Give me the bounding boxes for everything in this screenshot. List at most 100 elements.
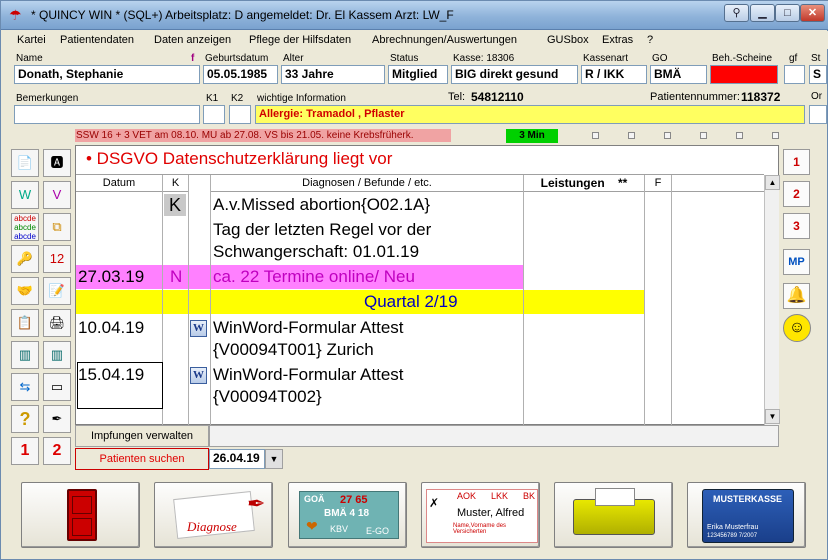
patienten-suchen-button[interactable]: Patienten suchen [75,448,209,470]
date-dropdown-icon[interactable]: ▼ [265,449,283,469]
menu-gusbox[interactable]: GUSbox [547,34,589,46]
search-date-field[interactable]: 26.04.19 [209,449,265,469]
arrows-icon[interactable]: ⇆ [11,373,39,401]
close-button[interactable]: ✕ [800,4,825,22]
timer-badge: 3 Min [506,129,558,143]
scroll-up-icon[interactable]: ▲ [765,175,780,190]
status-field[interactable]: Mitglied [388,65,448,84]
flag-checkbox[interactable] [592,132,599,139]
minimize-button[interactable]: ▁ [750,4,775,22]
column-diagnosen[interactable]: Diagnosen / Befunde / etc. [211,175,523,192]
word-icon[interactable]: W [190,367,207,384]
menu-pflege[interactable]: Pflege der Hilfsdaten [249,34,351,46]
kassenart-field[interactable]: R / IKK [581,65,647,84]
binders-2-icon[interactable]: ▥ [43,341,71,369]
abcde-icon[interactable]: abcde abcde abcde [11,213,39,241]
bemerkungen-field[interactable] [14,105,200,124]
column-empty [672,175,764,192]
impfungen-bar [209,425,779,447]
heart-icon: ❤ [306,518,318,534]
smiley-icon[interactable]: ☺ [783,314,811,342]
attest-entry-line1[interactable]: WinWord-Formular Attest [213,317,404,339]
beh-scheine-field[interactable] [710,65,778,84]
flag-checkbox[interactable] [700,132,707,139]
flag-checkbox[interactable] [664,132,671,139]
tab-1[interactable]: 1 [783,149,810,175]
patientennummer-value: 118372 [741,90,781,104]
box-icon[interactable]: ▭ [43,373,71,401]
menu-help[interactable]: ? [647,34,653,46]
column-k[interactable]: K [163,175,188,192]
w-pot-icon[interactable]: W [11,181,39,209]
lmp-entry-line2[interactable]: Schwangerschaft: 01.01.19 [213,241,419,263]
structure-icon[interactable]: ⧉ [43,213,71,241]
notepad-icon[interactable]: 📝 [43,277,71,305]
versichertenkarte-button[interactable]: AOK LKK BK Muster, Alfred Name,Vorname d… [421,482,540,548]
letter-icon[interactable]: 🅰 [43,149,71,177]
title-bar[interactable]: ☂ * QUINCY WIN * (SQL+) Arbeitsplatz: D … [1,1,828,30]
word-icon[interactable]: W [190,320,207,337]
attest-entry-line2[interactable]: {V00094T001} Zurich [213,339,374,361]
tab-2[interactable]: 2 [783,181,810,207]
calendar-icon[interactable]: 12 [43,245,71,273]
go-field[interactable]: BMÄ [650,65,707,84]
column-f[interactable]: F [645,175,671,192]
maximize-button[interactable]: □ [775,4,800,22]
column-datum[interactable]: Datum [76,175,162,192]
k2-field[interactable] [229,105,251,124]
help-icon[interactable]: ? [11,405,39,433]
menu-extras[interactable]: Extras [602,34,633,46]
menu-kartei[interactable]: Kartei [17,34,46,46]
vertical-scrollbar[interactable]: ▲ ▼ [764,175,780,425]
bell-icon[interactable]: 🔔 [783,283,810,309]
menu-abrechnungen[interactable]: Abrechnungen/Auswertungen [372,34,517,46]
diagnose-button[interactable]: Diagnose ✒ [154,482,273,548]
printer-button[interactable] [554,482,673,548]
impfungen-button[interactable]: Impfungen verwalten [75,425,209,447]
scanner-icon[interactable]: 🖨 [43,309,71,337]
st-field[interactable]: S [809,65,827,84]
lmp-entry-line1[interactable]: Tag der letzten Regel vor der [213,219,431,241]
num-1-icon[interactable]: 1 [11,437,39,465]
musterkasse-button[interactable]: MUSTERKASSE Erika Musterfrau 123456789 7… [687,482,806,548]
clipboard-icon[interactable]: 📋 [11,309,39,337]
name-field[interactable]: Donath, Stephanie [14,65,200,84]
st-label: St [811,53,821,64]
flag-checkbox[interactable] [772,132,779,139]
key-icon[interactable]: 🔑 [11,245,39,273]
num-2-icon[interactable]: 2 [43,437,71,465]
menu-patientendaten[interactable]: Patientendaten [60,34,134,46]
tab-mp[interactable]: MP [783,249,810,275]
menu-daten-anzeigen[interactable]: Daten anzeigen [154,34,231,46]
filing-cabinet-button[interactable] [21,482,140,548]
geburtsdatum-field[interactable]: 05.05.1985 [203,65,278,84]
row-date[interactable]: 10.04.19 [78,317,144,339]
k1-field[interactable] [203,105,225,124]
row-date[interactable]: 27.03.19 [78,266,144,288]
termine-entry[interactable]: ca. 22 Termine online/ Neu [213,266,415,288]
window-title: * QUINCY WIN * (SQL+) Arbeitsplatz: D an… [31,8,454,22]
attest-entry-line2[interactable]: {V00094T002} [213,386,322,408]
column-leistungen[interactable]: Leistungen ** [524,175,644,192]
pin-button[interactable]: ⚲ [724,4,749,22]
diagnosis-entry[interactable]: A.v.Missed abortion{O02.1A} [213,194,430,216]
documents-icon[interactable]: 📄 [11,149,39,177]
attest-entry-line1[interactable]: WinWord-Formular Attest [213,364,404,386]
handshake-icon[interactable]: 🤝 [11,277,39,305]
go-label: GO [652,53,668,64]
row-date[interactable]: 15.04.19 [78,364,144,386]
kasse-field[interactable]: BIG direkt gesund [451,65,578,84]
gebuehren-button[interactable]: GOÄ 27 65 BMÄ 4 18 KBV E-GO ❤ [288,482,407,548]
flag-checkbox[interactable] [736,132,743,139]
v-pot-icon[interactable]: V [43,181,71,209]
name-label: Name [16,53,43,64]
binders-icon[interactable]: ▥ [11,341,39,369]
flag-checkbox[interactable] [628,132,635,139]
allergy-field[interactable]: Allergie: Tramadol , Pflaster [255,105,805,124]
or-field[interactable] [809,105,827,124]
tab-3[interactable]: 3 [783,213,810,239]
scroll-down-icon[interactable]: ▼ [765,409,780,424]
x-icon: ✗ [429,496,440,510]
feather-icon[interactable]: ✒ [43,405,71,433]
gf-field[interactable] [784,65,805,84]
